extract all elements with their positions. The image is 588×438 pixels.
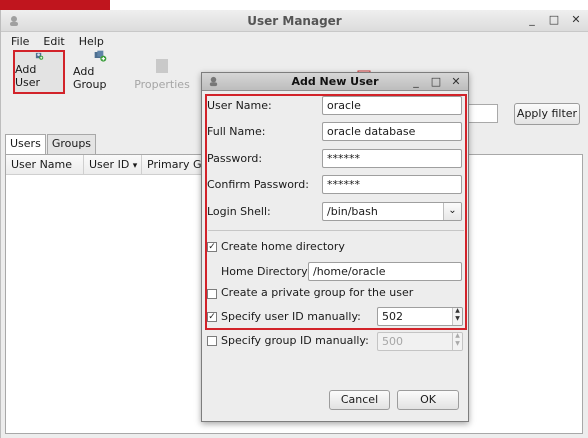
dialog-titlebar: Add New User _ □ ✕ bbox=[202, 73, 468, 91]
private-group-checkbox[interactable] bbox=[207, 289, 217, 299]
create-home-checkbox[interactable] bbox=[207, 242, 217, 252]
filter-input[interactable] bbox=[465, 104, 498, 123]
specify-gid-checkbox[interactable] bbox=[207, 336, 217, 346]
password-label: Password: bbox=[207, 152, 263, 165]
gid-value: 500 bbox=[382, 335, 403, 348]
add-user-icon bbox=[35, 52, 44, 60]
column-primary-group[interactable]: Primary Gro bbox=[142, 155, 202, 175]
close-icon[interactable]: ✕ bbox=[570, 13, 582, 26]
menu-help[interactable]: Help bbox=[79, 35, 104, 48]
tab-groups[interactable]: Groups bbox=[46, 134, 97, 154]
uid-value: 502 bbox=[382, 310, 403, 323]
properties-button[interactable]: Properties bbox=[134, 50, 190, 94]
dialog-minimize-icon[interactable]: _ bbox=[410, 75, 422, 88]
add-group-icon bbox=[94, 50, 107, 62]
dialog-maximize-icon[interactable]: □ bbox=[430, 75, 442, 88]
column-user-id-label: User ID bbox=[89, 158, 130, 171]
specify-uid-label[interactable]: Specify user ID manually: bbox=[221, 310, 361, 323]
sort-chevron-icon: ▾ bbox=[132, 161, 138, 171]
cancel-button[interactable]: Cancel bbox=[329, 390, 390, 410]
uid-stepper[interactable]: 502 ▲ ▼ bbox=[377, 307, 463, 326]
specify-gid-label[interactable]: Specify group ID manually: bbox=[221, 334, 369, 347]
menu-bar: File Edit Help bbox=[1, 32, 588, 50]
confirm-password-field[interactable]: ****** bbox=[322, 175, 462, 194]
menu-file[interactable]: File bbox=[11, 35, 29, 48]
menu-edit[interactable]: Edit bbox=[43, 35, 64, 48]
dialog-close-icon[interactable]: ✕ bbox=[450, 75, 462, 88]
gid-spin-arrows-icon: ▲ ▼ bbox=[452, 333, 462, 350]
login-shell-select[interactable]: /bin/bash ⌄ bbox=[322, 202, 462, 221]
properties-label: Properties bbox=[134, 78, 190, 91]
divider bbox=[208, 230, 464, 231]
user-name-label: User Name: bbox=[207, 99, 272, 112]
ok-button[interactable]: OK bbox=[397, 390, 459, 410]
minimize-icon[interactable]: _ bbox=[526, 13, 538, 26]
full-name-label: Full Name: bbox=[207, 125, 266, 138]
confirm-password-label: Confirm Password: bbox=[207, 178, 309, 191]
chevron-down-icon[interactable]: ⌄ bbox=[443, 203, 461, 220]
user-name-field[interactable]: oracle bbox=[322, 96, 462, 115]
maximize-icon[interactable]: □ bbox=[548, 13, 560, 26]
tab-bar: Users Groups bbox=[5, 134, 97, 155]
specify-uid-checkbox[interactable] bbox=[207, 312, 217, 322]
password-field[interactable]: ****** bbox=[322, 149, 462, 168]
add-group-button[interactable]: Add Group bbox=[73, 50, 127, 94]
gid-stepper[interactable]: 500 ▲ ▼ bbox=[377, 332, 463, 351]
spin-arrows-icon[interactable]: ▲ ▼ bbox=[452, 308, 462, 325]
login-shell-value: /bin/bash bbox=[327, 205, 378, 218]
add-user-button[interactable]: Add User bbox=[13, 50, 65, 94]
properties-icon bbox=[156, 59, 168, 73]
add-user-label: Add User bbox=[15, 63, 41, 89]
create-home-label[interactable]: Create home directory bbox=[221, 240, 345, 253]
tab-users[interactable]: Users bbox=[5, 134, 46, 155]
add-group-label: Add Group bbox=[73, 65, 107, 91]
column-user-id[interactable]: User ID ▾ bbox=[84, 155, 142, 175]
private-group-label[interactable]: Create a private group for the user bbox=[221, 286, 413, 299]
window-title: User Manager bbox=[247, 14, 342, 28]
window-titlebar: User Manager _ □ ✕ bbox=[1, 10, 588, 32]
apply-filter-button[interactable]: Apply filter bbox=[514, 103, 580, 125]
add-new-user-dialog: Add New User _ □ ✕ User Name: oracle Ful… bbox=[201, 72, 469, 422]
full-name-field[interactable]: oracle database bbox=[322, 122, 462, 141]
column-user-name[interactable]: User Name bbox=[6, 155, 84, 175]
login-shell-label: Login Shell: bbox=[207, 205, 271, 218]
home-directory-label: Home Directory: bbox=[221, 265, 311, 278]
home-directory-field[interactable]: /home/oracle bbox=[308, 262, 462, 281]
